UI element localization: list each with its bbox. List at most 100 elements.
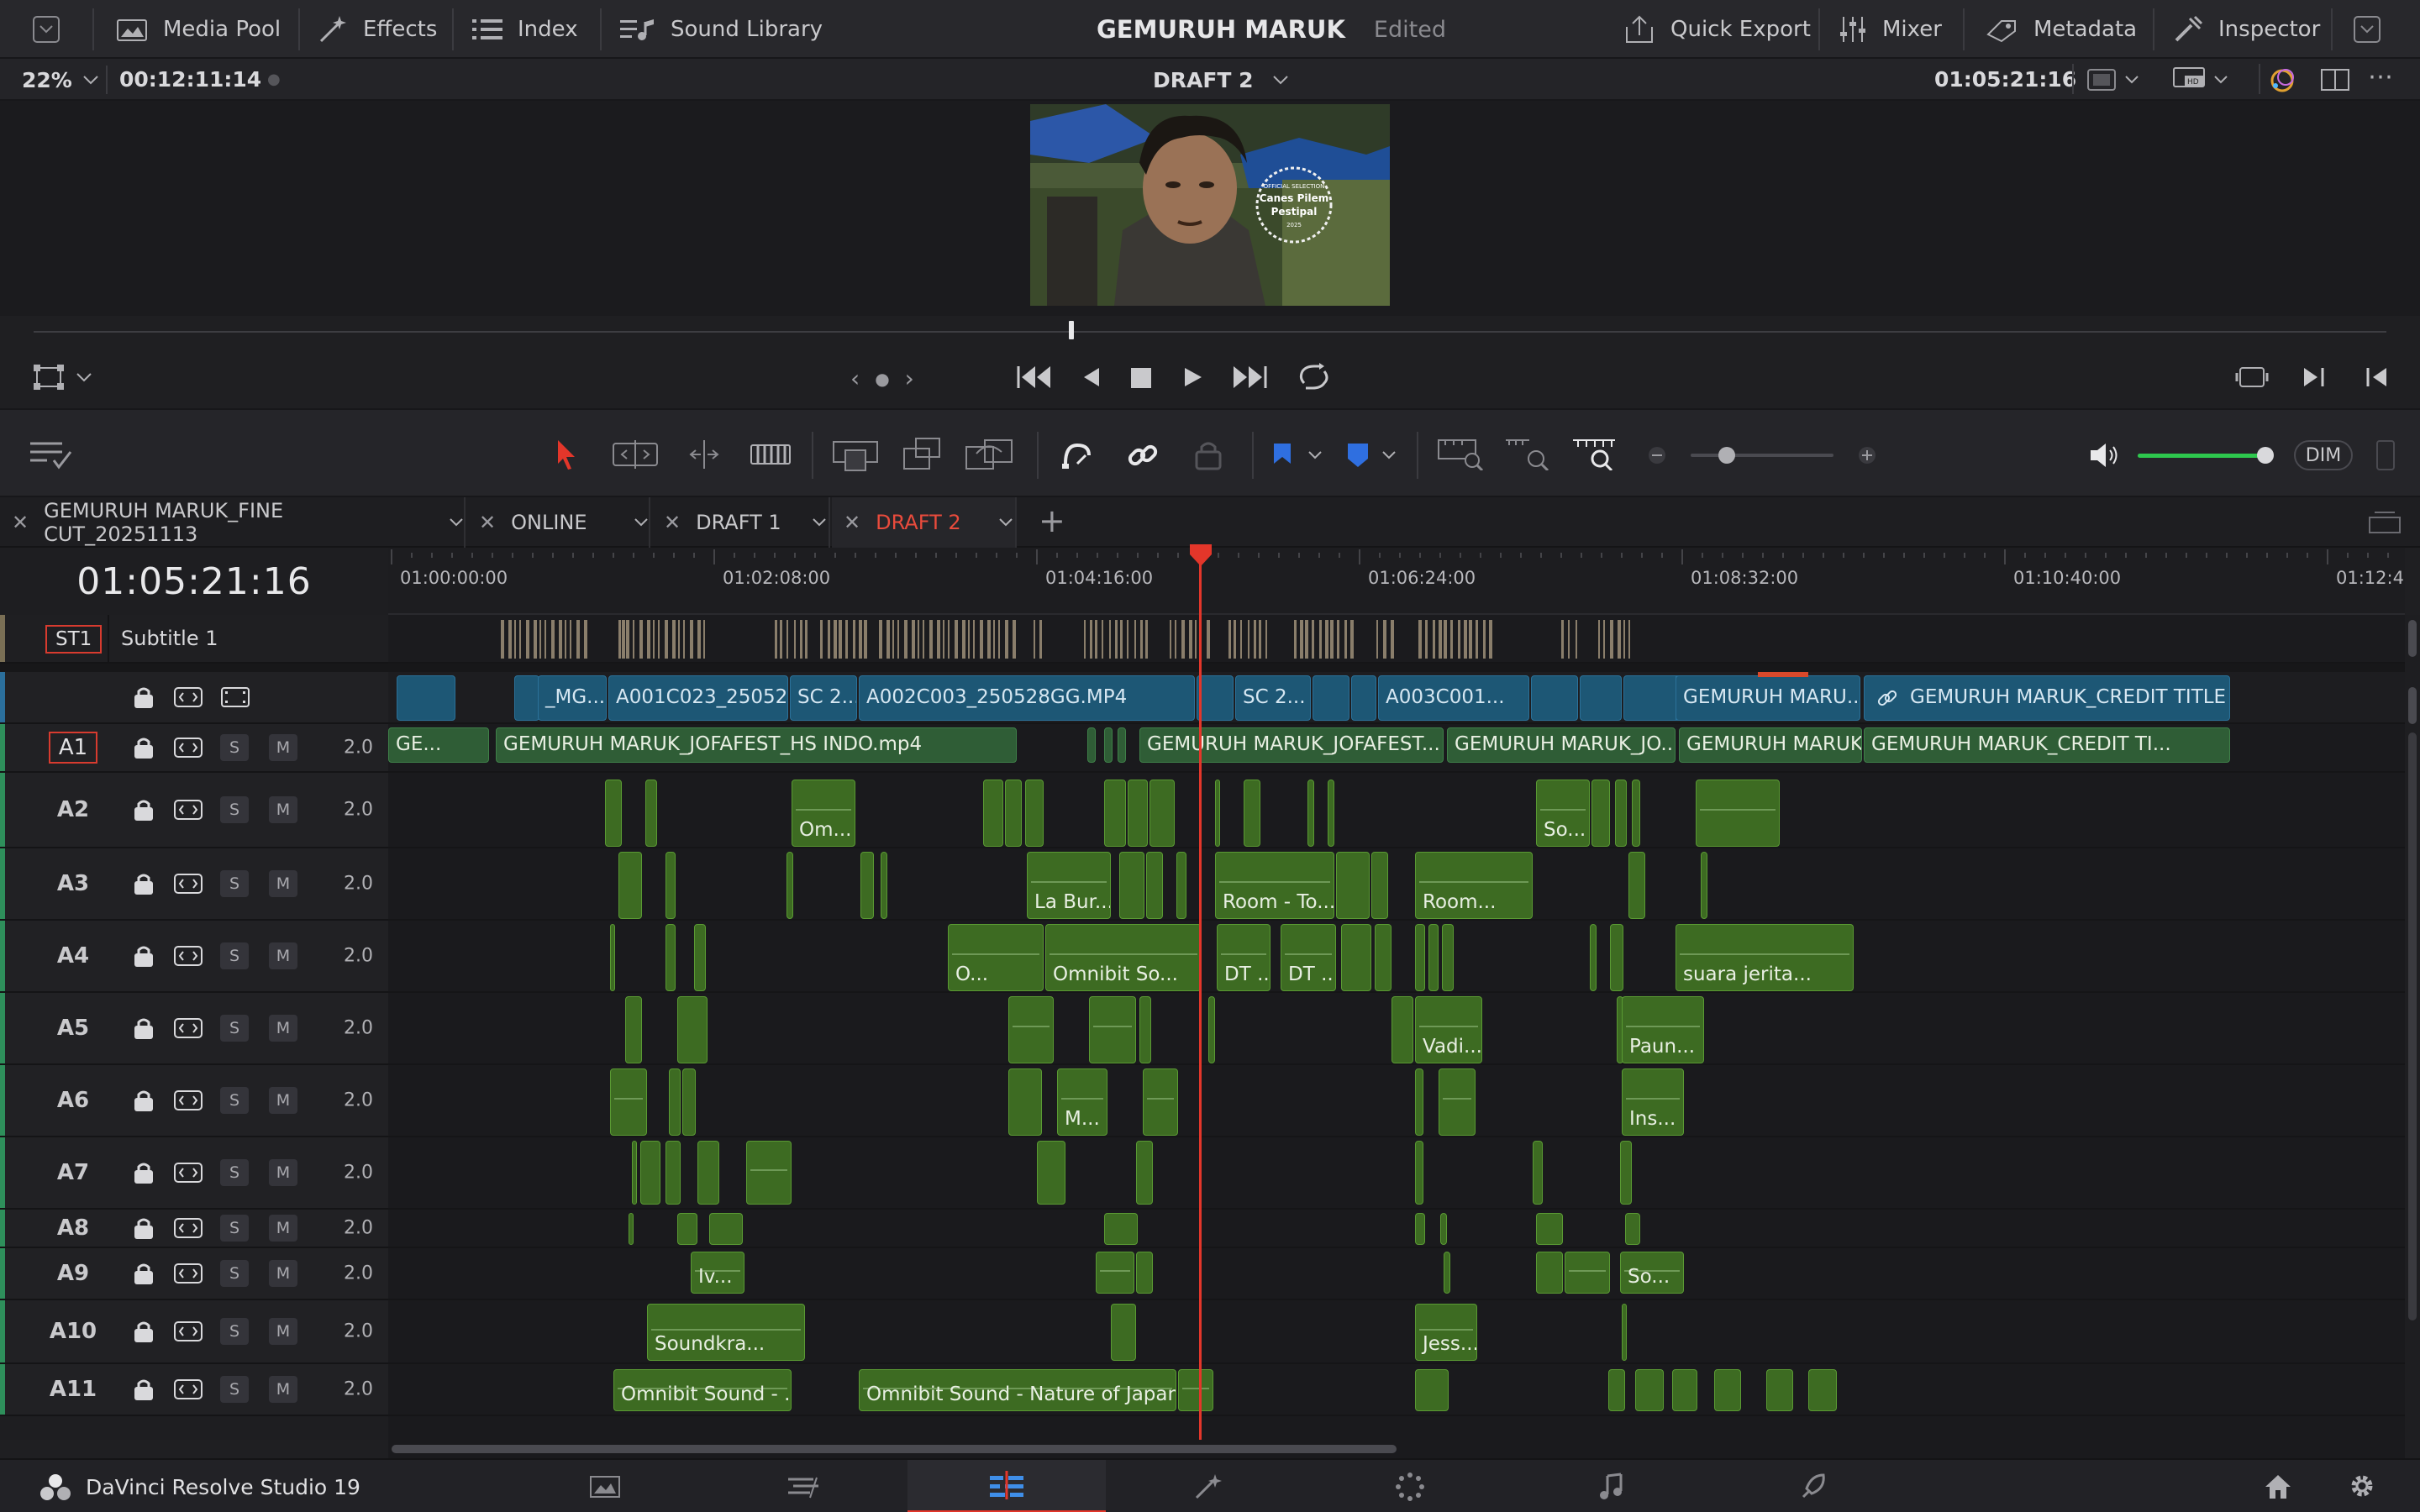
subtitle-clip[interactable] (551, 620, 555, 659)
video-clip[interactable]: A002C003_250528GG.MP4 (859, 675, 1195, 721)
audio-clip[interactable] (1089, 996, 1136, 1063)
close-icon[interactable]: ✕ (844, 511, 860, 534)
chevron-down-icon[interactable] (449, 517, 464, 528)
subtitle-clip[interactable] (559, 620, 562, 659)
audio-clip[interactable] (881, 852, 887, 919)
audio-clip[interactable]: Ins... (1622, 1068, 1684, 1136)
timeline-select[interactable]: DRAFT 2 (1153, 59, 1289, 101)
subtitle-clip[interactable] (519, 620, 521, 659)
subtitle-clip[interactable] (665, 620, 668, 659)
zoom-select[interactable]: 22% (22, 59, 99, 101)
audio-clip[interactable] (1701, 852, 1707, 919)
audio-clip[interactable] (1143, 1068, 1178, 1136)
marker-icon[interactable] (1346, 442, 1370, 469)
audio-clip[interactable] (1415, 1369, 1449, 1411)
subtitle-clip[interactable] (1418, 620, 1422, 659)
subtitle-clip[interactable] (1120, 620, 1123, 659)
audio-clip[interactable] (645, 780, 657, 847)
audio-clip[interactable] (1208, 996, 1215, 1063)
audio-clip[interactable] (1178, 1369, 1213, 1411)
index-button[interactable]: Index (472, 0, 578, 59)
track-id[interactable]: A5 (47, 993, 99, 1063)
subtitle-clip[interactable] (828, 620, 830, 659)
subtitle-clip[interactable] (1610, 620, 1613, 659)
zoom-detail-icon[interactable] (1504, 437, 1551, 470)
current-timecode[interactable]: 01:05:21:16 (0, 548, 388, 615)
subtitle-clip[interactable] (1598, 620, 1600, 659)
subtitle-clip[interactable] (1005, 620, 1008, 659)
video-clip[interactable]: GEMURUH MARUK_CREDIT TITLE S... (1864, 675, 2230, 721)
track-header-audio[interactable]: A4 S M 2.0 (0, 921, 388, 993)
audio-clip[interactable]: Omnibit Sound - ... (613, 1369, 792, 1411)
subtitle-clip[interactable] (1628, 620, 1630, 659)
timeline-ruler[interactable]: 01:00:00:00 01:02:08:00 01:04:16:00 01:0… (388, 548, 2405, 615)
subtitle-clip[interactable] (987, 620, 991, 659)
audio-clip[interactable] (666, 852, 676, 919)
trim-tool-icon[interactable] (612, 440, 659, 469)
audio-clip[interactable] (1591, 780, 1610, 847)
audio-clip[interactable] (1766, 1369, 1793, 1411)
subtitle-clip[interactable] (1195, 620, 1197, 659)
audio-clip[interactable] (1635, 1369, 1664, 1411)
subtitle-clip[interactable] (697, 620, 701, 659)
lock-icon[interactable] (131, 1016, 156, 1041)
mute-button[interactable]: M (269, 1215, 297, 1242)
overwrite-clip-icon[interactable] (902, 437, 943, 472)
lock-icon[interactable] (131, 871, 156, 896)
subtitle-clip[interactable] (805, 620, 808, 659)
track-header-audio[interactable]: A9 S M 2.0 (0, 1248, 388, 1300)
audio-clip[interactable] (1008, 1068, 1042, 1136)
video-clip[interactable] (1313, 675, 1349, 721)
subtitle-clip[interactable] (1234, 620, 1236, 659)
quick-export-button[interactable]: Quick Export (1623, 0, 1811, 59)
chevron-down-icon[interactable] (634, 517, 649, 528)
subtitle-clip[interactable] (1294, 620, 1297, 659)
chevron-down-icon[interactable] (1381, 450, 1397, 460)
auto-select-icon[interactable] (173, 1160, 203, 1185)
audio-clip[interactable]: suara jerita... (1676, 924, 1854, 991)
timeline-stack-icon[interactable] (2368, 511, 2402, 534)
subtitle-clip[interactable] (998, 620, 1000, 659)
lock-icon[interactable] (131, 1088, 156, 1113)
subtitle-clip[interactable] (1084, 620, 1086, 659)
audio-clip[interactable]: Om... (792, 780, 855, 847)
subtitle-clip[interactable] (1312, 620, 1314, 659)
subtitle-clip[interactable] (1039, 620, 1042, 659)
video-clip[interactable] (514, 675, 539, 721)
solo-button[interactable]: S (220, 734, 249, 761)
subtitle-clip[interactable] (1109, 620, 1111, 659)
audio-clip[interactable] (694, 924, 706, 991)
audio-clip[interactable] (983, 780, 1003, 847)
subtitle-clip[interactable] (845, 620, 848, 659)
flag-icon[interactable] (1272, 442, 1292, 469)
track-id[interactable]: A10 (47, 1300, 99, 1362)
audio-clip[interactable]: Paun... (1622, 996, 1704, 1063)
subtitle-clip[interactable] (929, 620, 933, 659)
lock-icon[interactable] (131, 1261, 156, 1286)
track-id[interactable]: A7 (47, 1137, 99, 1208)
blade-tool-icon[interactable] (750, 440, 792, 469)
jog-control[interactable]: ‹ ● › (850, 365, 914, 392)
subtitle-clip[interactable] (508, 620, 512, 659)
track-header-audio[interactable]: A5 S M 2.0 (0, 993, 388, 1065)
dim-button[interactable]: DIM (2294, 440, 2353, 470)
lock-icon[interactable] (131, 685, 156, 710)
subtitle-clip[interactable] (1127, 620, 1128, 659)
audio-clip[interactable] (1096, 1252, 1134, 1294)
audio-clip[interactable] (1341, 924, 1371, 991)
viewer-mode-button[interactable] (2087, 59, 2139, 101)
subtitle-clip[interactable] (1469, 620, 1472, 659)
subtitle-clip[interactable] (780, 620, 782, 659)
audio-clip[interactable] (1244, 780, 1260, 847)
mute-button[interactable]: M (269, 796, 297, 823)
audio-clip[interactable]: DT ... (1281, 924, 1336, 991)
previous-edit-icon[interactable] (2365, 366, 2388, 388)
viewer-transform-button[interactable] (34, 365, 92, 390)
subtitle-clip[interactable] (1095, 620, 1097, 659)
video-clip[interactable]: A003C001... (1378, 675, 1529, 721)
metadata-button[interactable]: Metadata (1985, 0, 2137, 59)
hd-output-button[interactable]: HD (2173, 59, 2228, 101)
solo-button[interactable]: S (220, 1376, 249, 1403)
subtitle-clip[interactable] (1350, 620, 1354, 659)
subtitle-clip[interactable] (690, 620, 693, 659)
